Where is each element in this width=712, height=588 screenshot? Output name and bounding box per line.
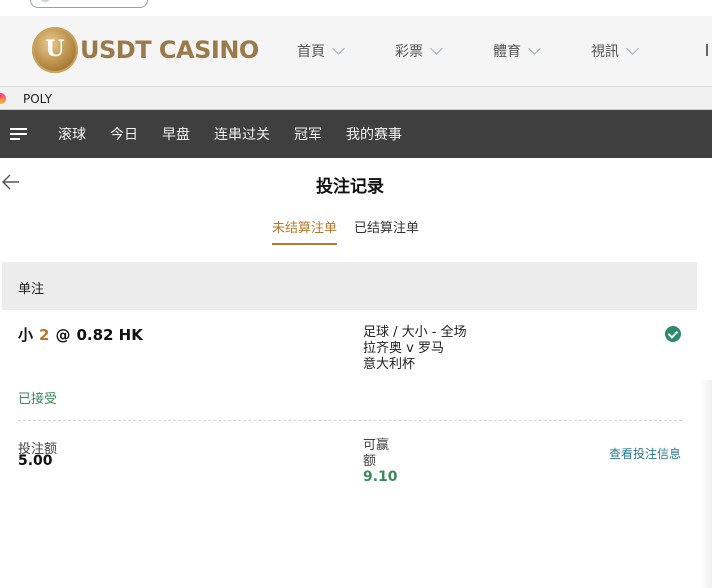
selection-side: 小 <box>18 326 34 344</box>
bet-match: 拉齐奥 v 罗马 <box>363 341 444 356</box>
frame-title: POLY <box>23 92 53 106</box>
potential-win-value: 9.10 <box>363 469 398 485</box>
selection-line: 2 <box>39 326 50 344</box>
main-nav: 首頁 彩票 體育 視訊 <box>297 16 639 86</box>
sport-tab-outright[interactable]: 冠军 <box>294 124 322 144</box>
chevron-down-icon <box>430 42 443 55</box>
bet-record-tabs: 未结算注单 已结算注单 <box>272 215 419 245</box>
selection-odds: 0.82 HK <box>76 326 143 344</box>
sport-tab-parlay[interactable]: 连串过关 <box>214 124 270 144</box>
chevron-down-icon <box>332 42 345 55</box>
sport-tab-today[interactable]: 今日 <box>110 124 138 144</box>
logo-emblem-icon: U <box>32 27 78 73</box>
bet-status: 已接受 <box>18 392 58 407</box>
sport-tabs: 滚球 今日 早盘 连串过关 冠军 我的赛事 <box>58 110 426 158</box>
sport-nav: 滚球 今日 早盘 连串过关 冠军 我的赛事 <box>0 110 712 158</box>
check-circle-icon <box>665 326 681 342</box>
site-logo[interactable]: U USDT CASINO <box>32 27 259 73</box>
bet-section-header: 单注 <box>2 262 697 310</box>
nav-item-lottery[interactable]: 彩票 <box>395 41 443 61</box>
site-header: U USDT CASINO 首頁 彩票 體育 視訊 <box>0 16 712 86</box>
nav-item-label: 彩票 <box>395 44 423 60</box>
pill-icon <box>39 0 51 2</box>
nav-item-truncated[interactable] <box>706 44 708 56</box>
address-pill[interactable] <box>30 0 148 8</box>
scroll-edge-shade <box>700 380 712 588</box>
sport-tab-live[interactable]: 滚球 <box>58 124 86 144</box>
dashed-divider <box>18 420 682 421</box>
browser-top-strip <box>0 0 712 16</box>
nav-item-sports[interactable]: 體育 <box>493 41 541 61</box>
bet-league: 意大利杯 <box>363 357 416 372</box>
tab-unsettled[interactable]: 未结算注单 <box>272 215 338 245</box>
bet-selection: 小 2 @0.82 HK <box>18 324 143 345</box>
nav-item-live[interactable]: 視訊 <box>591 41 639 61</box>
page-title-text: 投注记录 <box>316 177 384 197</box>
potential-win-label: 可赢额 <box>363 438 390 469</box>
stake-value: 5.00 <box>18 453 53 469</box>
page-title: 投注记录 <box>0 172 712 197</box>
frame-title-bar: POLY <box>0 86 712 110</box>
logo-emblem-letter: U <box>45 36 65 62</box>
bet-market: 足球 / 大小 - 全场 <box>363 325 467 340</box>
at-symbol: @ <box>55 326 71 344</box>
view-bet-details-link[interactable]: 查看投注信息 <box>609 445 681 462</box>
bet-event-info: 足球 / 大小 - 全场 拉齐奥 v 罗马 意大利杯 <box>363 325 467 373</box>
nav-item-label: 視訊 <box>591 44 619 60</box>
nav-item-home[interactable]: 首頁 <box>297 41 345 61</box>
bet-type-label: 单注 <box>18 282 45 297</box>
tab-settled[interactable]: 已结算注单 <box>354 215 419 245</box>
nav-item-label: 首頁 <box>297 44 325 60</box>
chevron-down-icon <box>626 42 639 55</box>
sport-tab-my-events[interactable]: 我的赛事 <box>346 124 402 144</box>
sport-tab-early[interactable]: 早盘 <box>162 124 190 144</box>
logo-text: USDT CASINO <box>80 36 259 64</box>
poly-favicon-icon <box>0 93 6 104</box>
chevron-down-icon <box>528 42 541 55</box>
nav-item-label: 體育 <box>493 44 521 60</box>
hamburger-icon[interactable] <box>10 128 27 140</box>
